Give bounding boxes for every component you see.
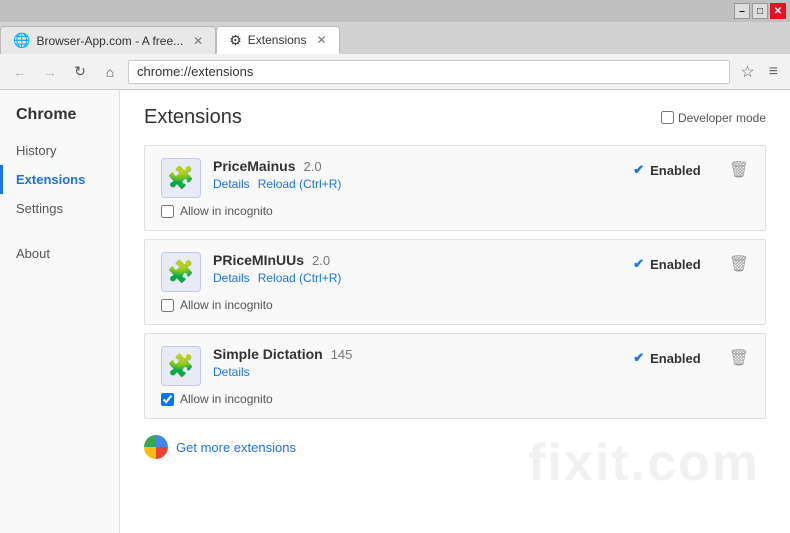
tab-label-1: Browser-App.com - A free... — [36, 34, 183, 48]
extension-reload-priceminuus[interactable]: Reload (Ctrl+R) — [258, 271, 342, 285]
extension-info-pricemainus: PriceMainus 2.0 Details Reload (Ctrl+R) — [213, 158, 621, 197]
extension-icon-pricemainus: 🧩 — [161, 158, 201, 198]
sidebar-item-extensions[interactable]: Extensions — [0, 165, 119, 194]
incognito-checkbox-pricemainus[interactable] — [161, 205, 174, 218]
tab-label-2: Extensions — [248, 33, 307, 47]
extension-version-simpledictation: 145 — [331, 347, 353, 362]
extension-icon-simpledictation: 🧩 — [161, 346, 201, 386]
extension-enabled-pricemainus: ✔ Enabled — [633, 162, 700, 178]
tab-close-2[interactable]: ✕ — [316, 33, 326, 47]
extension-row-priceminuus: 🧩 PRiceMInUUs 2.0 Details Reload (Ctrl+R… — [161, 252, 749, 292]
incognito-checkbox-priceminuus[interactable] — [161, 299, 174, 312]
extension-enabled-simpledictation: ✔ Enabled — [633, 350, 700, 366]
extension-reload-pricemainus[interactable]: Reload (Ctrl+R) — [258, 177, 342, 191]
address-input[interactable] — [137, 64, 721, 79]
reload-button[interactable]: ↻ — [68, 60, 92, 84]
extension-delete-simpledictation[interactable]: 🗑 — [729, 348, 749, 368]
extension-version-priceminuus: 2.0 — [312, 253, 330, 268]
address-input-wrap — [128, 60, 730, 84]
sidebar-item-about[interactable]: About — [0, 239, 119, 268]
extension-item-pricemainus: 🧩 PriceMainus 2.0 Details Reload (Ctrl+R… — [144, 145, 766, 231]
extension-enabled-label-simpledictation: Enabled — [650, 351, 701, 366]
tab-bar: 🌐 Browser-App.com - A free... ✕ ⚙ Extens… — [0, 22, 790, 54]
extension-version-pricemainus: 2.0 — [303, 159, 321, 174]
bookmark-button[interactable]: ☆ — [736, 62, 758, 82]
extension-name-simpledictation: Simple Dictation — [213, 346, 323, 362]
developer-mode-toggle[interactable]: Developer mode — [661, 111, 766, 125]
get-more-extensions-row: Get more extensions — [144, 431, 766, 463]
title-bar: – □ ✕ — [0, 0, 790, 22]
incognito-label-simpledictation: Allow in incognito — [180, 392, 273, 406]
close-button[interactable]: ✕ — [770, 3, 786, 19]
extension-icon-priceminuus: 🧩 — [161, 252, 201, 292]
forward-button[interactable]: → — [38, 60, 62, 84]
incognito-label-priceminuus: Allow in incognito — [180, 298, 273, 312]
incognito-row-pricemainus: Allow in incognito — [161, 204, 749, 218]
tab-favicon-2: ⚙ — [229, 32, 242, 49]
content-header: Extensions Developer mode — [144, 106, 766, 129]
extension-item-priceminuus: 🧩 PRiceMInUUs 2.0 Details Reload (Ctrl+R… — [144, 239, 766, 325]
incognito-row-priceminuus: Allow in incognito — [161, 298, 749, 312]
tab-browser-app[interactable]: 🌐 Browser-App.com - A free... ✕ — [0, 26, 216, 54]
sidebar: Chrome History Extensions Settings About — [0, 90, 120, 533]
extension-enabled-label-priceminuus: Enabled — [650, 257, 701, 272]
chrome-menu-button[interactable]: ≡ — [765, 63, 782, 81]
incognito-label-pricemainus: Allow in incognito — [180, 204, 273, 218]
developer-mode-checkbox[interactable] — [661, 111, 674, 124]
sidebar-item-history[interactable]: History — [0, 136, 119, 165]
extension-item-simpledictation: 🧩 Simple Dictation 145 Details ✔ Enabled… — [144, 333, 766, 419]
extension-info-simpledictation: Simple Dictation 145 Details — [213, 346, 621, 385]
extension-enabled-label-pricemainus: Enabled — [650, 163, 701, 178]
back-button[interactable]: ← — [8, 60, 32, 84]
chrome-webstore-icon — [144, 435, 168, 459]
extension-name-pricemainus: PriceMainus — [213, 158, 295, 174]
extension-details-pricemainus[interactable]: Details — [213, 177, 250, 191]
extension-row-pricemainus: 🧩 PriceMainus 2.0 Details Reload (Ctrl+R… — [161, 158, 749, 198]
sidebar-title: Chrome — [0, 106, 119, 136]
incognito-row-simpledictation: Allow in incognito — [161, 392, 749, 406]
main-layout: Chrome History Extensions Settings About… — [0, 90, 790, 533]
content-area: Extensions Developer mode 🧩 PriceMainus … — [120, 90, 790, 533]
incognito-checkbox-simpledictation[interactable] — [161, 393, 174, 406]
get-more-extensions-link[interactable]: Get more extensions — [176, 440, 296, 455]
maximize-button[interactable]: □ — [752, 3, 768, 19]
extension-enabled-priceminuus: ✔ Enabled — [633, 256, 700, 272]
extension-row-simpledictation: 🧩 Simple Dictation 145 Details ✔ Enabled… — [161, 346, 749, 386]
home-button[interactable]: ⌂ — [98, 60, 122, 84]
developer-mode-label: Developer mode — [678, 111, 766, 125]
tab-extensions[interactable]: ⚙ Extensions ✕ — [216, 26, 339, 54]
extension-delete-priceminuus[interactable]: 🗑 — [729, 254, 749, 274]
extension-name-priceminuus: PRiceMInUUs — [213, 252, 304, 268]
tab-favicon-1: 🌐 — [13, 32, 30, 49]
address-bar: ← → ↻ ⌂ ☆ ≡ — [0, 54, 790, 90]
minimize-button[interactable]: – — [734, 3, 750, 19]
extension-delete-pricemainus[interactable]: 🗑 — [729, 160, 749, 180]
sidebar-item-settings[interactable]: Settings — [0, 194, 119, 223]
extension-details-priceminuus[interactable]: Details — [213, 271, 250, 285]
tab-close-1[interactable]: ✕ — [193, 34, 203, 48]
extension-details-simpledictation[interactable]: Details — [213, 365, 250, 379]
page-title: Extensions — [144, 106, 242, 129]
extension-info-priceminuus: PRiceMInUUs 2.0 Details Reload (Ctrl+R) — [213, 252, 621, 291]
